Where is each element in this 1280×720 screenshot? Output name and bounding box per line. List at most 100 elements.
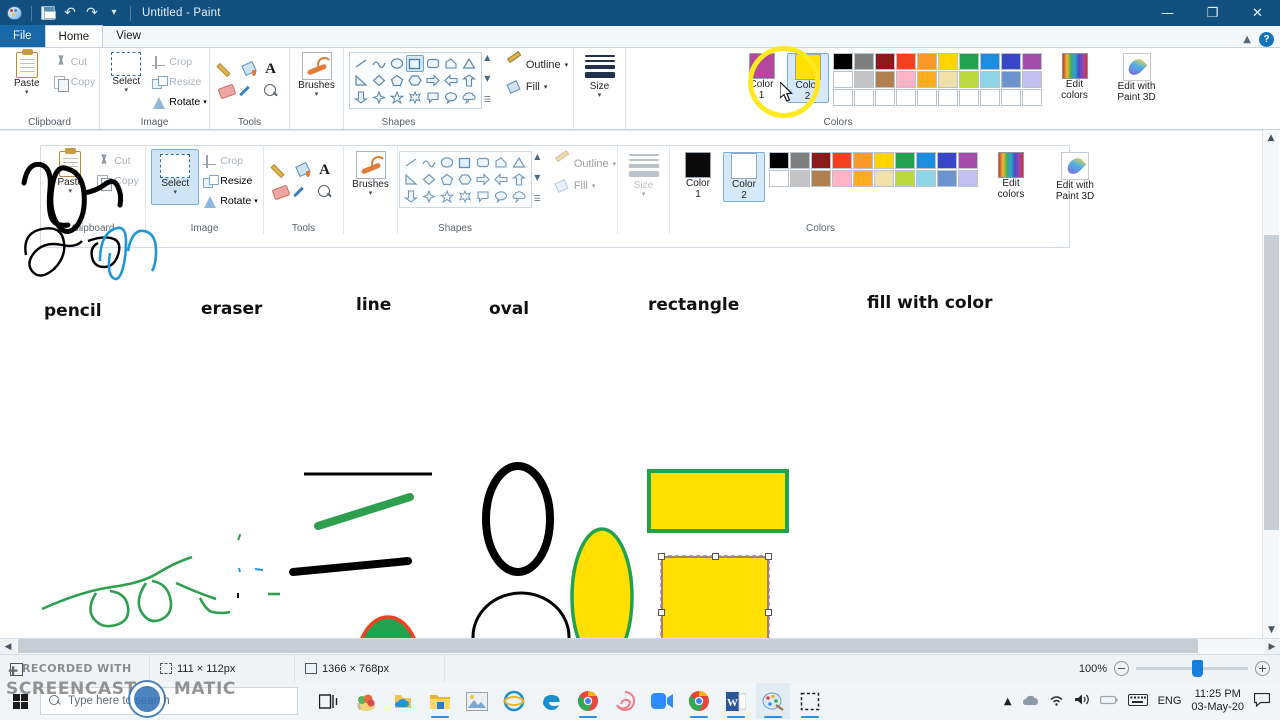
color-swatch[interactable] — [937, 71, 958, 88]
shape-diamond-icon[interactable] — [370, 72, 388, 89]
scroll-right-icon[interactable]: ▶ — [1264, 639, 1280, 655]
taskbar-icon-edge-legacy[interactable] — [534, 683, 568, 719]
shape-oval-icon[interactable] — [388, 55, 406, 72]
zoom-slider-thumb[interactable] — [1192, 660, 1203, 677]
minimize-button[interactable]: — — [1145, 0, 1190, 26]
shape-rectangle-icon[interactable] — [405, 55, 424, 72]
scroll-down-icon[interactable]: ▼ — [1263, 622, 1280, 638]
gallery-expand-icon[interactable]: ☰ — [484, 95, 491, 104]
taskbar-icon-zoom[interactable] — [645, 683, 679, 719]
color-swatch[interactable] — [895, 89, 916, 106]
language-indicator[interactable]: ENG — [1158, 695, 1182, 707]
paste-button[interactable]: Paste ▾ — [4, 49, 50, 96]
color-2-button[interactable]: Color 2 — [786, 53, 829, 103]
taskbar-icon-food[interactable] — [349, 683, 383, 719]
text-icon[interactable]: A — [261, 59, 281, 79]
shape-left-arrow-icon[interactable] — [442, 72, 460, 89]
maximize-button[interactable]: ❐ — [1190, 0, 1235, 26]
battery-icon[interactable] — [1099, 695, 1118, 708]
taskbar-icon-chrome-2[interactable] — [682, 683, 716, 719]
taskbar-icon-snip[interactable] — [793, 683, 827, 719]
color-swatch[interactable] — [979, 71, 1000, 88]
search-input[interactable]: Type here to search — [40, 687, 298, 715]
color-swatch[interactable] — [1000, 53, 1021, 70]
close-button[interactable]: ✕ — [1235, 0, 1280, 26]
keyboard-icon[interactable] — [1127, 693, 1148, 709]
color-swatch[interactable] — [958, 71, 979, 88]
zoom-in-button[interactable]: + — [1255, 661, 1270, 676]
pencil-icon[interactable] — [217, 59, 237, 79]
notification-icon[interactable] — [1253, 692, 1271, 710]
vertical-scrollbar[interactable]: ▲ ▼ — [1262, 130, 1279, 638]
zoom-slider-track[interactable] — [1136, 660, 1248, 677]
color-swatch[interactable] — [832, 71, 853, 88]
shape-hexagon-icon[interactable] — [406, 72, 424, 89]
customize-qat-icon[interactable]: ▾ — [103, 2, 125, 24]
chevron-down-icon[interactable]: ▾ — [203, 98, 207, 106]
shape-five-point-star-icon[interactable] — [388, 89, 406, 106]
shape-curve-icon[interactable] — [370, 55, 388, 72]
shape-triangle-icon[interactable] — [460, 55, 478, 72]
help-question-icon[interactable]: ? — [1259, 32, 1274, 47]
color-swatch[interactable] — [853, 89, 874, 106]
magnifier-icon[interactable] — [261, 81, 281, 101]
tab-file[interactable]: File — [0, 25, 45, 47]
color-swatch[interactable] — [895, 53, 916, 70]
color-picker-icon[interactable] — [239, 81, 259, 101]
taskbar-icon-file-explorer[interactable] — [423, 683, 457, 719]
shape-right-arrow-icon[interactable] — [424, 72, 442, 89]
chevron-down-icon[interactable]: ▾ — [125, 87, 129, 94]
shape-six-point-star-icon[interactable] — [406, 89, 424, 106]
tab-home[interactable]: Home — [44, 25, 104, 47]
shape-pentagon-icon[interactable] — [388, 72, 406, 89]
tab-view[interactable]: View — [103, 25, 154, 47]
color-swatch[interactable] — [937, 89, 958, 106]
scroll-up-icon[interactable]: ▲ — [1263, 130, 1279, 146]
shape-cloud-callout-icon[interactable] — [460, 89, 478, 106]
taskbar-icon-internet-explorer[interactable] — [497, 683, 531, 719]
copy-button[interactable]: Copy — [53, 72, 95, 92]
taskbar-icon-spiral[interactable] — [608, 683, 642, 719]
taskbar-icon-onedrive[interactable] — [386, 683, 420, 719]
save-icon[interactable] — [37, 2, 59, 24]
chevron-up-icon[interactable]: ▲ — [1004, 696, 1012, 707]
horizontal-scroll-thumb[interactable] — [18, 638, 1198, 653]
taskbar-icon-photos[interactable] — [460, 683, 494, 719]
shape-right-triangle-icon[interactable] — [352, 72, 370, 89]
shape-down-arrow-icon[interactable] — [352, 89, 370, 106]
taskbar-icon-word[interactable]: W — [719, 683, 753, 719]
color-swatch[interactable] — [832, 89, 853, 106]
color-swatch[interactable] — [979, 89, 1000, 106]
drawing-canvas[interactable]: Paste ▾ Cut Copy Clipboard Select ▾ Crop… — [0, 131, 1258, 639]
color-swatch[interactable] — [1021, 71, 1042, 88]
shape-four-point-star-icon[interactable] — [370, 89, 388, 106]
vertical-scroll-thumb[interactable] — [1264, 235, 1279, 530]
color-swatch[interactable] — [874, 89, 895, 106]
cloud-icon[interactable] — [1022, 694, 1039, 709]
chevron-up-icon[interactable]: ▲ — [1243, 34, 1251, 45]
chevron-down-icon[interactable]: ▾ — [315, 91, 319, 98]
fill-with-color-icon[interactable] — [239, 59, 259, 79]
color-swatch[interactable] — [832, 53, 853, 70]
clock[interactable]: 11:25 PM 03-May-20 — [1191, 688, 1244, 714]
cut-button[interactable]: Cut — [54, 52, 96, 72]
color-swatch[interactable] — [853, 71, 874, 88]
shape-rounded-rectangle-icon[interactable] — [424, 55, 442, 72]
shape-line-icon[interactable] — [352, 55, 370, 72]
start-button[interactable] — [0, 682, 40, 720]
color-swatch[interactable] — [853, 53, 874, 70]
select-button[interactable]: Select ▾ — [102, 50, 150, 94]
resize-button[interactable]: Resize — [152, 72, 206, 92]
shape-rounded-callout-icon[interactable] — [424, 89, 442, 106]
color-swatch[interactable] — [1021, 89, 1042, 106]
taskbar-icon-chrome[interactable] — [571, 683, 605, 719]
shape-oval-callout-icon[interactable] — [442, 89, 460, 106]
scroll-left-icon[interactable]: ◀ — [0, 639, 16, 655]
horizontal-scrollbar[interactable]: ◀ ▶ — [0, 638, 1280, 655]
outline-button[interactable]: Outline ▾ — [507, 54, 568, 76]
crop-button[interactable]: Crop — [152, 52, 206, 72]
task-view-icon[interactable] — [312, 683, 346, 719]
shapes-gallery-scroll[interactable]: ▲ ▼ ☰ — [482, 52, 493, 105]
shape-up-arrow-icon[interactable] — [460, 72, 478, 89]
color-swatch[interactable] — [979, 53, 1000, 70]
